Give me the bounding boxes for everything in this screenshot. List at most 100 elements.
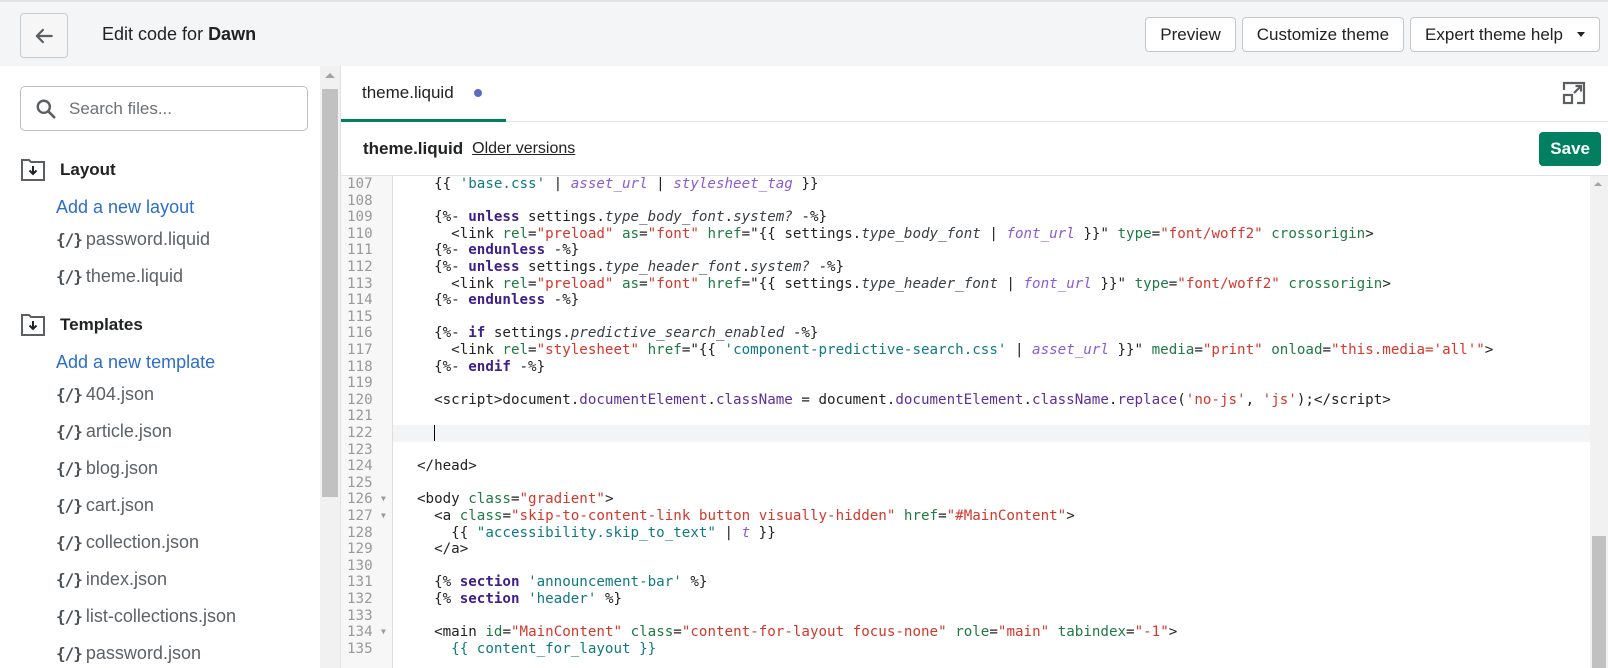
theme-name: Dawn (208, 24, 257, 44)
title-prefix: Edit code for (102, 24, 209, 44)
code-line[interactable]: 121 (341, 408, 1559, 425)
code-line[interactable]: 107 {{ 'base.css' | asset_url | styleshe… (341, 176, 1559, 193)
code-line[interactable]: 133 (341, 608, 1559, 625)
file-name: password.json (85, 643, 201, 663)
search-box[interactable] (20, 86, 308, 131)
sidebar-scrollbar-thumb[interactable] (322, 89, 338, 497)
code-file-icon: {/} (56, 385, 83, 404)
code-line[interactable]: 112 {%- unless settings.type_header_font… (341, 259, 1559, 276)
sidebar-scrollbar[interactable] (320, 66, 340, 668)
code-file-icon: {/} (56, 422, 83, 441)
code-file-icon: {/} (56, 644, 83, 663)
code-line[interactable]: 117 <link rel="stylesheet" href="{{ 'com… (341, 342, 1559, 359)
file-item[interactable]: {/} password.liquid (56, 221, 210, 258)
code-line[interactable]: 132 {% section 'header' %} (341, 591, 1559, 608)
code-line[interactable]: 135 {{ content_for_layout }} (341, 641, 1559, 658)
section-header-templates[interactable]: Templates (20, 310, 236, 340)
code-text: {%- endif -%} (417, 358, 546, 375)
file-item[interactable]: {/} 404.json (56, 376, 236, 413)
code-editor[interactable]: 107 {{ 'base.css' | asset_url | styleshe… (341, 176, 1608, 668)
line-number: 112 (347, 259, 373, 275)
file-item[interactable]: {/} cart.json (56, 487, 236, 524)
line-number: 120 (347, 391, 373, 408)
back-button[interactable] (20, 13, 68, 58)
file-item[interactable]: {/} collection.json (56, 524, 236, 561)
line-number: 135 (347, 640, 373, 657)
tab-label: theme.liquid (362, 82, 454, 102)
code-line[interactable]: 111 {%- endunless -%} (341, 242, 1559, 259)
code-text: {{ 'base.css' | asset_url | stylesheet_t… (434, 176, 819, 192)
fold-toggle-icon[interactable]: ▼ (381, 624, 386, 641)
editor-scrollbar[interactable] (1590, 176, 1608, 668)
file-item[interactable]: {/} password.json (56, 635, 236, 668)
code-line[interactable]: 108 (341, 193, 1559, 210)
add-new-layout-link[interactable]: Add a new layout (56, 193, 210, 221)
code-line[interactable]: 115 (341, 309, 1559, 326)
section-templates: Templates Add a new template {/} 404.json… (20, 310, 236, 668)
top-actions: Preview Customize theme Expert theme hel… (1145, 17, 1600, 52)
fold-toggle-icon[interactable]: ▼ (381, 491, 386, 508)
file-item[interactable]: {/} article.json (56, 413, 236, 450)
file-item[interactable]: {/} theme.liquid (56, 258, 210, 295)
code-line[interactable]: 124 </head> (341, 458, 1559, 475)
code-line[interactable]: 119 (341, 375, 1559, 392)
file-name: theme.liquid (85, 266, 183, 286)
line-number: 118 (347, 358, 373, 375)
code-line[interactable]: 110 <link rel="preload" as="font" href="… (341, 226, 1559, 243)
code-line[interactable]: 129 </a> (341, 541, 1559, 558)
line-number: 115 (347, 308, 373, 325)
fold-toggle-icon[interactable]: ▼ (381, 508, 386, 525)
code-line[interactable]: 122 (347, 425, 1608, 442)
file-name: list-collections.json (85, 606, 236, 626)
line-number: 110 (347, 225, 373, 242)
code-line[interactable]: 128 {{ "accessibility.skip_to_text" | t … (341, 525, 1559, 542)
code-line[interactable]: 113 <link rel="preload" as="font" href="… (341, 276, 1559, 293)
line-number: 111 (347, 242, 373, 259)
file-item[interactable]: {/} blog.json (56, 450, 236, 487)
save-button[interactable]: Save (1539, 132, 1601, 166)
code-text: {%- endunless -%} (417, 292, 580, 309)
file-name: index.json (85, 569, 167, 589)
code-text: {%- unless settings.type_body_font.syste… (417, 209, 828, 226)
code-line[interactable]: 125 (341, 475, 1559, 492)
line-number: 108 (347, 192, 373, 209)
line-number: 133 (347, 607, 373, 624)
code-line[interactable]: 131 {% section 'announcement-bar' %} (341, 574, 1559, 591)
code-text: <a class="skip-to-content-link button vi… (417, 508, 1075, 524)
file-item[interactable]: {/} list-collections.json (56, 598, 236, 635)
add-new-template-link[interactable]: Add a new template (56, 348, 236, 376)
code-line[interactable]: 109 {%- unless settings.type_body_font.s… (341, 209, 1559, 226)
customize-theme-button[interactable]: Customize theme (1241, 17, 1405, 52)
code-text: <main id="MainContent" class="content-fo… (417, 624, 1178, 641)
section-header-layout[interactable]: Layout (20, 155, 210, 185)
code-line[interactable]: 123 (341, 442, 1559, 459)
code-line[interactable]: 120 <script>document.documentElement.cla… (341, 392, 1559, 409)
tab-theme-liquid[interactable]: theme.liquid (341, 66, 506, 122)
line-number: 116 (347, 325, 373, 342)
code-line[interactable]: 130 (341, 558, 1559, 575)
scroll-up-arrow-icon[interactable] (1594, 182, 1602, 186)
line-number: 131 (347, 574, 373, 591)
line-number: 113 (347, 275, 373, 292)
file-name: password.liquid (85, 229, 210, 249)
older-versions-link[interactable]: Older versions (472, 140, 575, 158)
file-item[interactable]: {/} index.json (56, 561, 236, 598)
line-number: 123 (347, 441, 373, 458)
code-line[interactable]: 118 {%- endif -%} (341, 359, 1559, 376)
code-line[interactable]: 116 {%- if settings.predictive_search_en… (341, 325, 1559, 342)
preview-button[interactable]: Preview (1145, 17, 1236, 52)
search-files-input[interactable] (69, 98, 289, 119)
line-number: 125 (347, 474, 373, 491)
code-text: <body class="gradient"> (417, 491, 614, 508)
code-line[interactable]: 114 {%- endunless -%} (341, 292, 1559, 309)
editor-scrollbar-thumb[interactable] (1592, 536, 1606, 668)
code-line[interactable]: 126 ▼ <body class="gradient"> (341, 491, 1559, 508)
folder-download-icon (21, 314, 45, 336)
line-number: 121 (347, 408, 373, 425)
expert-theme-help-button[interactable]: Expert theme help (1410, 17, 1600, 52)
code-line[interactable]: 127 ▼ <a class="skip-to-content-link butt… (341, 508, 1559, 525)
expand-fullscreen-icon[interactable] (1561, 80, 1587, 106)
scroll-up-arrow-icon[interactable] (325, 73, 335, 78)
line-number: 107 (347, 176, 373, 192)
code-line[interactable]: 134 ▼ <main id="MainContent" class="conte… (341, 624, 1559, 641)
